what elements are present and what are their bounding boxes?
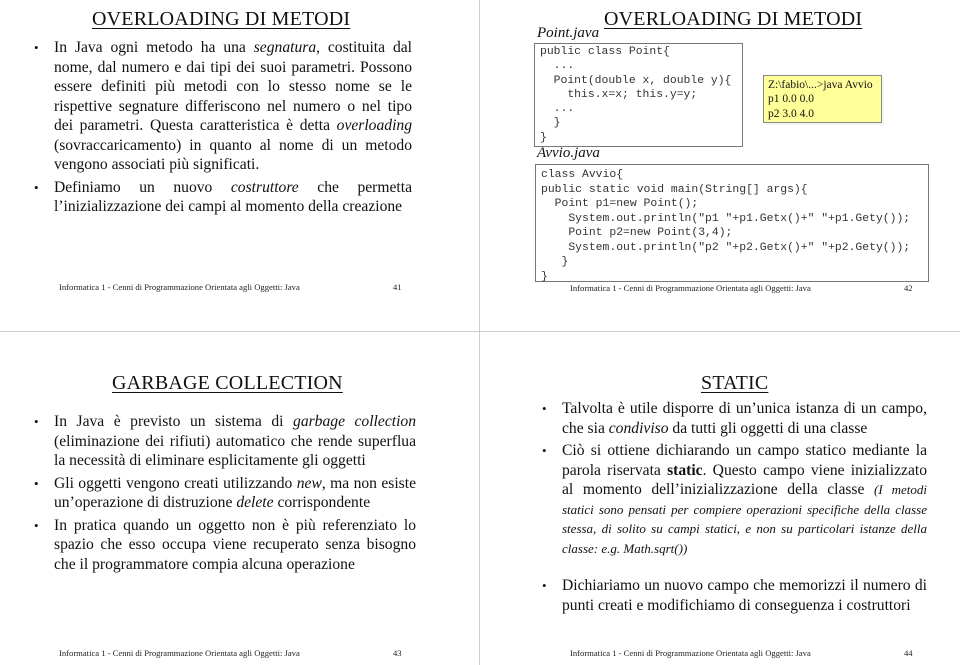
file-label-point: Point.java [537,25,600,41]
slide-title: GARBAGE COLLECTION [112,372,343,394]
footer-text: Informatica 1 - Cenni di Programmazione … [570,648,811,658]
bullet-list: In Java ogni metodo ha una segnatura, co… [32,38,412,220]
page-number: 42 [904,283,913,293]
keyword-text: static [667,461,703,479]
slide-title: OVERLOADING DI METODI [92,8,351,30]
bullet-item: Definiamo un nuovo costruttore che perme… [32,178,412,217]
footer-text: Informatica 1 - Cenni di Programmazione … [59,648,300,658]
file-label-avvio: Avvio.java [537,145,600,161]
bullet-item: In Java è previsto un sistema di garbage… [32,412,416,471]
footer-text: Informatica 1 - Cenni di Programmazione … [570,283,811,293]
bullet-list: In Java è previsto un sistema di garbage… [32,412,416,577]
page-number: 41 [393,282,402,292]
footer-text: Informatica 1 - Cenni di Programmazione … [59,282,300,292]
bullet-item: Gli oggetti vengono creati utilizzando n… [32,474,416,513]
bullet-item: Talvolta è utile disporre di un’unica is… [540,399,927,438]
bullet-text: (eliminazione dei rifiuti) automatico ch… [54,432,416,470]
emphasis-text: delete [236,494,274,511]
console-output: Z:\fabio\...>java Avvio p1 0.0 0.0 p2 3.… [763,75,882,123]
emphasis-text: overloading [336,117,412,134]
emphasis-text: segnatura [253,39,317,56]
slide-footer: Informatica 1 - Cenni di Programmazione … [59,282,300,292]
page-number: 44 [904,648,913,658]
bullet-text: In pratica quando un oggetto non è più r… [54,516,416,573]
bullet-item: Ciò si ottiene dichiarando un campo stat… [540,441,927,558]
bullet-item: Dichiariamo un nuovo campo che memorizzi… [540,576,927,615]
slide-title: STATIC [701,372,769,394]
slide-42: OVERLOADING DI METODI Point.java public … [480,0,960,332]
slide-43: GARBAGE COLLECTION In Java è previsto un… [0,332,480,664]
slide-footer: Informatica 1 - Cenni di Programmazione … [570,283,811,293]
bullet-text: In Java è previsto un sistema di [54,413,294,430]
slide-footer: Informatica 1 - Cenni di Programmazione … [570,648,811,658]
slide-41: OVERLOADING DI METODI In Java ogni metod… [0,0,480,332]
bullet-text: da tutti gli oggetti di una classe [668,419,868,437]
bullet-text: Dichiariamo un nuovo campo che memorizzi… [562,577,927,614]
bullet-list: Talvolta è utile disporre di un’unica is… [540,399,927,618]
code-block-avvio: class Avvio{ public static void main(Str… [535,164,929,283]
slide-title: OVERLOADING DI METODI [604,8,863,30]
bullet-text: corrispondente [273,494,371,511]
page-number: 43 [393,648,402,658]
bullet-text: (sovraccaricamento) in quanto al nome di… [54,136,412,174]
emphasis-text: garbage collection [293,413,416,430]
bullet-text: Definiamo un nuovo [54,178,231,196]
emphasis-text: new [296,474,322,492]
slide-footer: Informatica 1 - Cenni di Programmazione … [59,648,300,658]
emphasis-text: costruttore [230,178,299,196]
emphasis-text: condiviso [608,419,669,437]
bullet-text: In Java ogni metodo ha una [54,39,254,56]
code-block-point: public class Point{ ... Point(double x, … [534,43,743,147]
bullet-text: Gli oggetti vengono creati utilizzando [54,474,297,492]
bullet-item: In pratica quando un oggetto non è più r… [32,516,416,575]
bullet-item: In Java ogni metodo ha una segnatura, co… [32,38,412,175]
slide-44: STATIC Talvolta è utile disporre di un’u… [480,332,960,664]
